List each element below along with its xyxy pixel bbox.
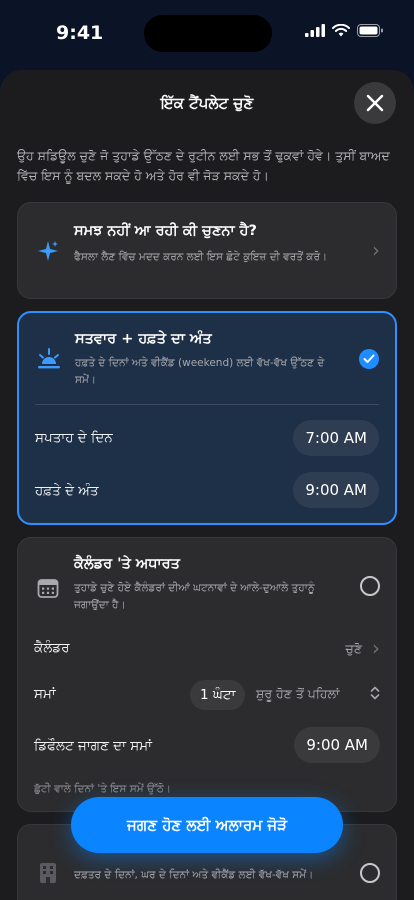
template-card-calendar[interactable]: ਕੈਲੰਡਰ 'ਤੇ ਅਧਾਰਤ ਤੁਹਾਡੇ ਚੁਣੇ ਹੋਏ ਕੈਲੰਡਰਾ… (17, 537, 397, 812)
card-description: ਤੁਹਾਡੇ ਚੁਣੇ ਹੋਏ ਕੈਲੰਡਰਾਂ ਦੀਆਂ ਘਟਨਾਵਾਂ ਦੇ… (74, 582, 315, 611)
time-offset-picker[interactable]: 1 ਘੰਟਾ (190, 680, 246, 710)
template-card-quiz[interactable]: ਸਮਝ ਨਹੀਂ ਆ ਰਹੀ ਕੀ ਚੁਣਨਾ ਹੈ? ਫੈਸਲਾ ਲੈਣ ਵਿ… (17, 202, 397, 299)
sparkle-icon (34, 237, 62, 265)
default-wake-hint: ਛੁੱਟੀ ਵਾਲੇ ਦਿਨਾਂ 'ਤੇ ਇਸ ਸਮੇਂ ਉੱਠੋ। (34, 783, 171, 795)
battery-icon (357, 24, 383, 37)
time-offset-suffix: ਸ਼ੁਰੂ ਹੋਣ ਤੋਂ ਪਹਿਲਾਂ (256, 686, 340, 701)
selected-check-icon (359, 349, 379, 369)
sheet-intro: ਉਹ ਸ਼ਡਿਊਲ ਚੁਣੋ ਜੋ ਤੁਹਾਡੇ ਉੱਠਣ ਦੇ ਰੁਟੀਨ ਲ… (17, 148, 390, 183)
calendar-icon (34, 574, 62, 602)
chevron-right-icon: › (372, 636, 380, 660)
signal-icon (305, 24, 325, 37)
card-description: ਦਫ਼ਤਰ ਦੇ ਦਿਨਾਂ, ਘਰ ਦੇ ਦਿਨਾਂ ਅਤੇ ਵੀਕੈਂਡ ਲ… (74, 869, 314, 881)
weekend-time-picker[interactable]: 9:00 AM (293, 472, 379, 508)
close-icon (366, 94, 384, 112)
chevron-up-down-icon[interactable] (370, 686, 380, 700)
close-button[interactable] (354, 82, 396, 124)
sheet-title: ਇੱਕ ਟੈਂਪਲੇਟ ਚੁਣੋ (160, 94, 254, 112)
status-icons (305, 24, 384, 37)
calendar-label: ਕੈਲੰਡਰ (34, 640, 70, 656)
card-title: ਸਤਵਾਰ + ਹਫ਼ਤੇ ਦਾ ਅੰਤ (75, 331, 212, 347)
card-description: ਫੈਸਲਾ ਲੈਣ ਵਿੱਚ ਮਦਦ ਕਰਨ ਲਈ ਇਸ ਛੋਟੇ ਕੁਇਜ਼ … (74, 251, 328, 263)
chevron-right-icon: › (372, 238, 380, 262)
template-sheet: ਇੱਕ ਟੈਂਪਲੇਟ ਚੁਣੋ ਉਹ ਸ਼ਡਿਊਲ ਚੁਣੋ ਜੋ ਤੁਹਾਡ… (0, 70, 414, 900)
dynamic-island (144, 15, 272, 52)
office-icon (34, 859, 62, 887)
template-card-weekday-weekend[interactable]: ਸਤਵਾਰ + ਹਫ਼ਤੇ ਦਾ ਅੰਤ ਹਫ਼ਤੇ ਦੇ ਦਿਨਾਂ ਅਤੇ … (17, 311, 397, 525)
divider (35, 404, 379, 405)
card-title: ਕੈਲੰਡਰ 'ਤੇ ਅਧਾਰਤ (74, 556, 180, 572)
weekend-label: ਹਫ਼ਤੇ ਦੇ ਅੰਤ (35, 483, 99, 499)
radio-button[interactable] (360, 576, 380, 596)
default-wake-time-picker[interactable]: 9:00 AM (294, 727, 380, 763)
weekdays-time-picker[interactable]: 7:00 AM (293, 420, 379, 456)
sunrise-icon (35, 345, 63, 373)
card-description: ਹਫ਼ਤੇ ਦੇ ਦਿਨਾਂ ਅਤੇ ਵੀਕੈਂਡ (weekend) ਲਈ ਵ… (75, 357, 325, 386)
calendar-select-value[interactable]: ਚੁਣੋ (345, 641, 362, 657)
card-title: ਸਮਝ ਨਹੀਂ ਆ ਰਹੀ ਕੀ ਚੁਣਨਾ ਹੈ? (74, 223, 257, 239)
wifi-icon (332, 24, 350, 37)
status-bar: 9:41 (0, 0, 414, 64)
radio-button[interactable] (360, 863, 380, 883)
status-time: 9:41 (56, 22, 104, 44)
add-wake-alarm-button[interactable]: ਜਗਣ ਹੋਣ ਲਈ ਅਲਾਰਮ ਜੋੜੋ (71, 797, 343, 853)
weekdays-label: ਸਪਤਾਹ ਦੇ ਦਿਨ (35, 430, 113, 446)
default-wake-label: ਡਿਫੌਲਟ ਜਾਗਣ ਦਾ ਸਮਾਂ (34, 738, 152, 754)
time-label: ਸਮਾਂ (34, 686, 56, 702)
